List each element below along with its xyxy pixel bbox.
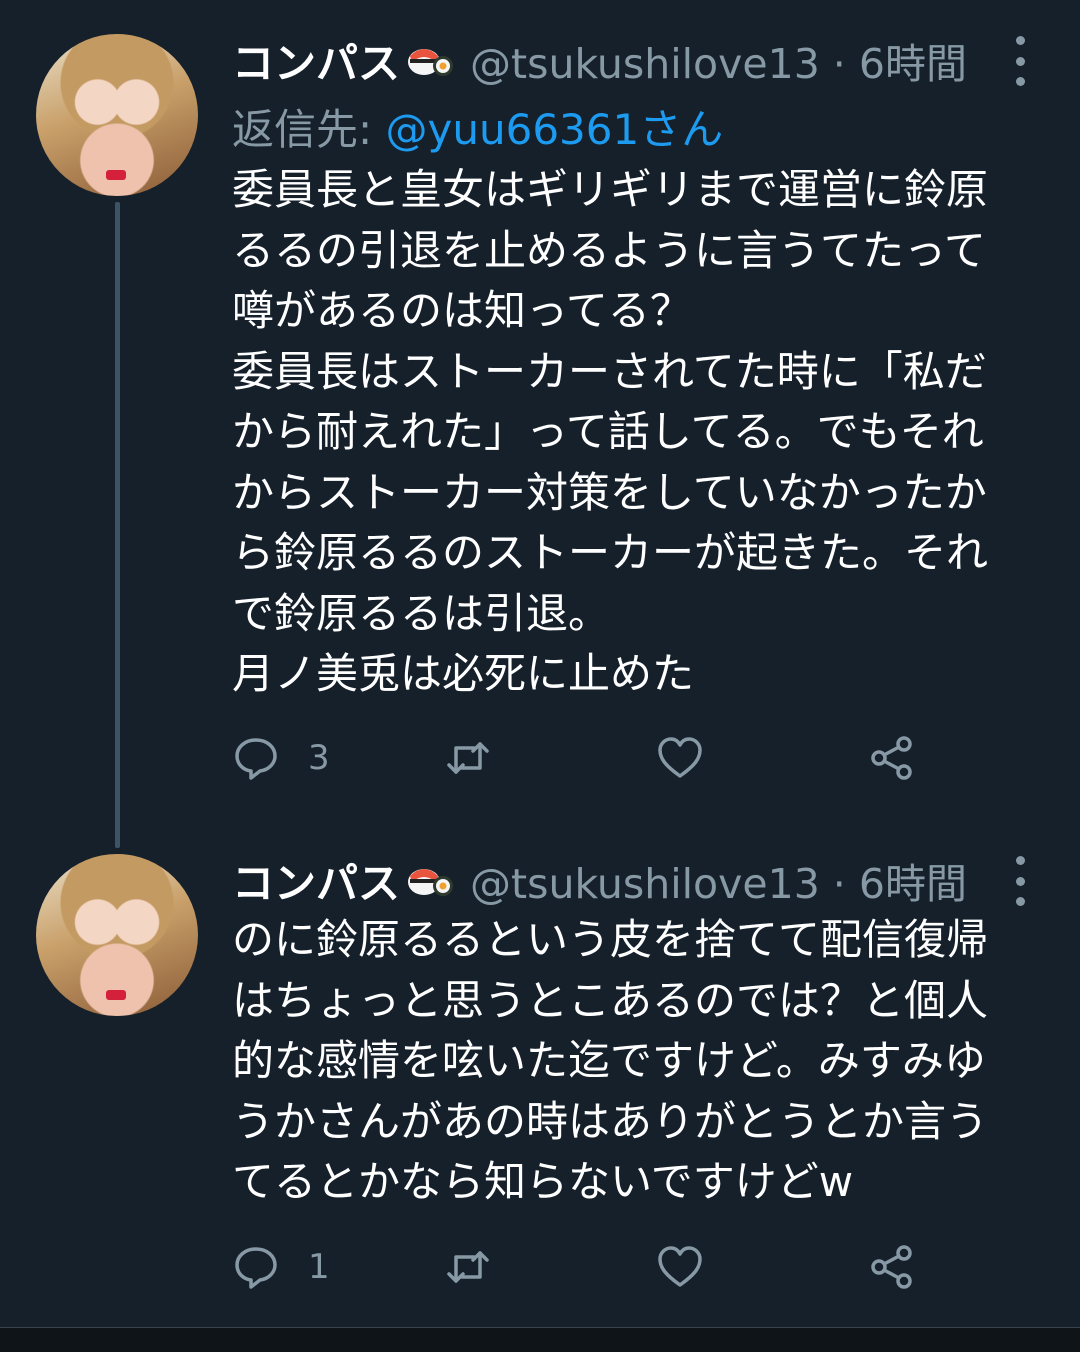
retweet-icon [447,742,489,774]
tweet-text-line: 委員長と皇女はギリギリまで運営に鈴原 [232,165,989,214]
handle-and-time[interactable]: @tsukushilove13 · 6時間 [470,850,967,910]
tweet-text-line: うかさんがあの時はありがとうとか言う [232,1096,989,1146]
tweet-text-line: から耐えれた」って話してる。でもそれ [232,407,984,456]
reply-to-line: 返信先: @yuu66361さん [232,96,723,157]
more-options-icon[interactable] [1008,36,1032,86]
handle-and-time[interactable]: @tsukushilove13 · 6時間 [470,30,967,90]
display-name[interactable]: コンパス [232,30,400,91]
share-icon [871,1245,912,1289]
tweet-text: のに鈴原るるという皮を捨てて配信復帰 はちょっと思うとこあるのでは？と個人 的な… [232,910,1052,1213]
retweet-icon [447,1251,489,1283]
reply-button[interactable]: 1 [232,1242,330,1292]
reply-to-handle-link[interactable]: @yuu66361さん [386,105,724,154]
share-button[interactable] [868,733,916,783]
avatar[interactable] [36,854,198,1016]
reply-button[interactable]: 3 [232,733,330,783]
reply-icon [235,1247,277,1289]
tweet-text-line: 月ノ美兎は必死に止めた [232,649,695,698]
avatar[interactable] [36,34,198,196]
tweet-text-line: はちょっと思うとこあるのでは？と個人 [232,975,989,1025]
tweet-text-line: で鈴原るるは引退。 [232,588,611,638]
reply-icon [235,738,277,780]
tweet-text-line: からストーカー対策をしていなかったか [232,467,987,517]
reply-to-label: 返信先: [232,105,386,154]
sushi-emoji-icon [406,860,454,900]
tweet-text: 委員長と皇女はギリギリまで運営に鈴原 るるの引退を止めるように言うてたって 噂が… [232,160,1052,705]
reply-count: 1 [308,1247,330,1287]
tweet-text-line: のに鈴原るるという皮を捨てて配信復帰 [232,915,989,964]
tweet-text-line: 的な感情を呟いた迄ですけど。みすみゆ [232,1036,986,1085]
heart-icon [658,737,702,778]
tweet-text-line: 噂があるのは知ってる？ [232,286,692,335]
like-button[interactable] [656,1242,704,1292]
share-button[interactable] [868,1242,916,1292]
bottom-divider [0,1327,1080,1352]
sushi-emoji-icon [406,40,454,80]
thread-connector-line [115,202,120,848]
tweet-header: コンパス @tsukushilove13 · 6時間 [232,850,967,910]
tweet-text-line: ら鈴原るるのストーカーが起きた。それ [232,528,989,577]
tweet-text-line: 委員長はストーカーされてた時に「私だ [232,346,987,396]
tweet-actions: 3 [232,733,932,783]
tweet-text-line: てるとかなら知らないですけどw [232,1157,854,1206]
share-icon [871,736,912,780]
retweet-button[interactable] [444,733,492,783]
retweet-button[interactable] [444,1242,492,1292]
heart-icon [658,1246,702,1287]
more-options-icon[interactable] [1008,856,1032,906]
tweet-header: コンパス @tsukushilove13 · 6時間 [232,30,967,90]
tweet-text-line: るるの引退を止めるように言うてたって [232,225,986,275]
reply-count: 3 [308,738,330,778]
tweet-actions: 1 [232,1242,932,1292]
like-button[interactable] [656,733,704,783]
display-name[interactable]: コンパス [232,850,400,911]
